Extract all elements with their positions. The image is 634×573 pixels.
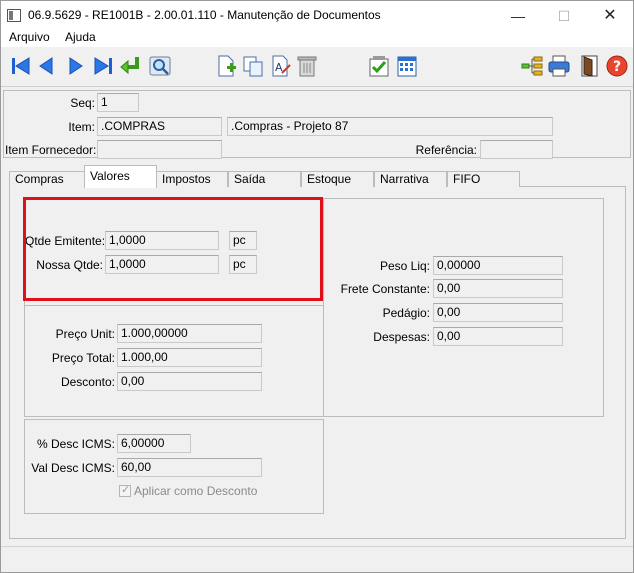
title-bar: 06.9.5629 - RE1001B - 2.00.01.110 - Manu… bbox=[1, 1, 633, 31]
print-icon[interactable] bbox=[547, 54, 571, 78]
search-icon[interactable] bbox=[148, 54, 172, 78]
copy-icon[interactable] bbox=[241, 54, 265, 78]
pct-desc-icms-field[interactable]: 6,00000 bbox=[117, 434, 191, 453]
next-icon[interactable] bbox=[63, 54, 87, 78]
delete-icon[interactable] bbox=[295, 54, 319, 78]
peso-liq-label: Peso Liq: bbox=[379, 259, 430, 273]
seq-field[interactable]: 1 bbox=[97, 93, 139, 112]
item-code-field[interactable]: .COMPRAS bbox=[97, 117, 222, 136]
checkbox-box[interactable] bbox=[119, 483, 131, 497]
referencia-label: Referência: bbox=[415, 143, 477, 157]
desconto-label: Desconto: bbox=[60, 375, 115, 389]
status-bar bbox=[1, 546, 633, 572]
close-button[interactable]: ✕ bbox=[587, 1, 633, 31]
qtde-emitente-label: Qtde Emitente: bbox=[25, 234, 106, 248]
item-label: Item: bbox=[68, 120, 95, 134]
pedagio-label: Pedágio: bbox=[382, 306, 430, 320]
val-desc-icms-label: Val Desc ICMS: bbox=[31, 461, 115, 475]
aplicar-desconto-checkbox[interactable]: Aplicar como Desconto bbox=[119, 483, 258, 498]
exit-icon[interactable] bbox=[578, 54, 602, 78]
preco-unit-field[interactable]: 1.000,00000 bbox=[117, 324, 262, 343]
toolbar: A ? bbox=[1, 47, 633, 87]
item-fornecedor-field[interactable] bbox=[97, 140, 222, 159]
item-description-field[interactable]: .Compras - Projeto 87 bbox=[227, 117, 553, 136]
tree-icon[interactable] bbox=[520, 54, 544, 78]
previous-icon[interactable] bbox=[35, 54, 59, 78]
val-desc-icms-field[interactable]: 60,00 bbox=[117, 458, 262, 477]
tab-compras[interactable]: Compras bbox=[9, 171, 85, 187]
tab-impostos[interactable]: Impostos bbox=[156, 171, 228, 187]
preco-total-label: Preço Total: bbox=[51, 351, 115, 365]
menu-bar: Arquivo Ajuda bbox=[1, 29, 633, 47]
edit-icon[interactable]: A bbox=[269, 54, 293, 78]
first-icon[interactable] bbox=[9, 54, 33, 78]
peso-liq-field[interactable]: 0,00000 bbox=[433, 256, 563, 275]
despesas-label: Despesas: bbox=[373, 330, 430, 344]
last-icon[interactable] bbox=[91, 54, 115, 78]
nossa-qtde-field[interactable]: 1,0000 bbox=[105, 255, 219, 274]
despesas-field[interactable]: 0,00 bbox=[433, 327, 563, 346]
goto-icon[interactable] bbox=[118, 54, 142, 78]
pedagio-field[interactable]: 0,00 bbox=[433, 303, 563, 322]
svg-text:?: ? bbox=[613, 59, 621, 75]
app-icon bbox=[7, 9, 21, 22]
nossa-qtde-unit: pc bbox=[229, 255, 257, 274]
qtde-emitente-field[interactable]: 1,0000 bbox=[105, 231, 219, 250]
tab-valores[interactable]: Valores bbox=[84, 165, 157, 188]
frete-constante-label: Frete Constante: bbox=[340, 282, 430, 296]
main-window: 06.9.5629 - RE1001B - 2.00.01.110 - Manu… bbox=[0, 0, 634, 573]
desconto-field[interactable]: 0,00 bbox=[117, 372, 262, 391]
tab-fifo[interactable]: FIFO bbox=[447, 171, 520, 187]
new-icon[interactable] bbox=[214, 54, 238, 78]
preco-unit-label: Preço Unit: bbox=[55, 327, 115, 341]
seq-label: Seq: bbox=[70, 96, 95, 110]
pct-desc-icms-label: % Desc ICMS: bbox=[36, 437, 115, 451]
minimize-button[interactable]: — bbox=[495, 1, 541, 31]
tab-estoque[interactable]: Estoque bbox=[301, 171, 374, 187]
window-title: 06.9.5629 - RE1001B - 2.00.01.110 - Manu… bbox=[28, 8, 381, 22]
aplicar-desconto-label: Aplicar como Desconto bbox=[134, 484, 258, 498]
qtde-emitente-unit: pc bbox=[229, 231, 257, 250]
tab-narrativa[interactable]: Narrativa bbox=[374, 171, 447, 187]
help-icon[interactable]: ? bbox=[605, 54, 629, 78]
menu-ajuda[interactable]: Ajuda bbox=[65, 30, 96, 44]
menu-arquivo[interactable]: Arquivo bbox=[9, 30, 50, 44]
nossa-qtde-label: Nossa Qtde: bbox=[36, 258, 103, 272]
frete-constante-field[interactable]: 0,00 bbox=[433, 279, 563, 298]
maximize-button[interactable]: ☐ bbox=[541, 1, 587, 31]
confirm-icon[interactable] bbox=[367, 54, 391, 78]
calendar-icon[interactable] bbox=[395, 54, 419, 78]
tab-saida[interactable]: Saída bbox=[228, 171, 301, 187]
preco-total-field[interactable]: 1.000,00 bbox=[117, 348, 262, 367]
item-fornecedor-label: Item Fornecedor: bbox=[5, 143, 97, 157]
referencia-field[interactable] bbox=[480, 140, 553, 159]
